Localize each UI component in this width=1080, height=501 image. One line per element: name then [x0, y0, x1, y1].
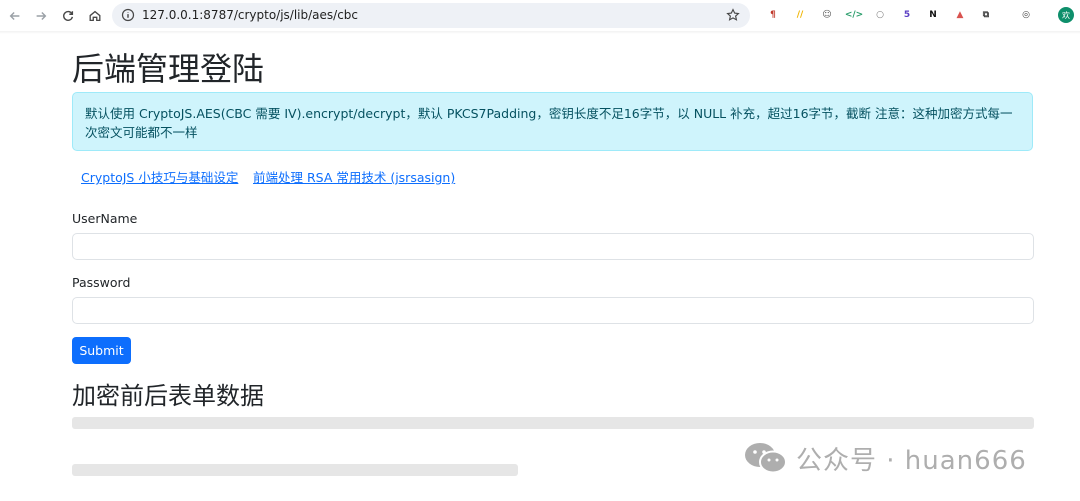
- reload-button[interactable]: [57, 5, 79, 27]
- stripes-ext-icon[interactable]: //: [793, 8, 807, 22]
- section-title: 加密前后表单数据: [72, 382, 264, 410]
- username-input[interactable]: [72, 233, 1034, 260]
- password-input[interactable]: [72, 297, 1034, 324]
- code-ext-icon[interactable]: </>: [845, 8, 863, 22]
- alert-text: 默认使用 CryptoJS.AES(CBC 需要 IV).encrypt/dec…: [85, 106, 1013, 140]
- home-icon: [89, 10, 101, 22]
- robot-ext-icon[interactable]: ☺: [820, 8, 834, 22]
- forward-button[interactable]: [30, 5, 52, 27]
- encrypted-data-placeholder: [72, 417, 1034, 429]
- decrypted-data-placeholder: [72, 464, 518, 476]
- address-url: 127.0.0.1:8787/crypto/js/lib/aes/cbc: [142, 8, 359, 22]
- watermark-text: 公众号 · huan666: [796, 445, 1027, 476]
- screenshot-ext-icon[interactable]: ◎: [1019, 8, 1033, 22]
- rsa-jsrsasign-link[interactable]: 前端处理 RSA 常用技术 (jsrsasign): [253, 169, 455, 187]
- submit-button[interactable]: Submit: [72, 337, 131, 364]
- wechat-logo-icon: [745, 443, 787, 474]
- puzzle-ext-icon[interactable]: ⧉: [979, 8, 993, 22]
- home-button[interactable]: [84, 5, 106, 27]
- address-bar[interactable]: 127.0.0.1:8787/crypto/js/lib/aes/cbc: [112, 3, 750, 28]
- info-icon[interactable]: [121, 8, 135, 22]
- cryptojs-tips-link[interactable]: CryptoJS 小技巧与基础设定: [81, 169, 238, 187]
- cube-ext-icon[interactable]: 5: [900, 8, 914, 22]
- wechat-watermark: 公众号 · huan666: [744, 436, 1027, 480]
- paragraph-ext-icon[interactable]: ¶: [766, 8, 780, 22]
- reload-icon: [63, 10, 74, 21]
- arrow-right-icon: [36, 12, 47, 20]
- circle-ext-icon[interactable]: ○: [873, 8, 887, 22]
- info-alert: 默认使用 CryptoJS.AES(CBC 需要 IV).encrypt/dec…: [72, 92, 1033, 151]
- profile-avatar[interactable]: 欢: [1058, 7, 1074, 23]
- arrow-left-icon: [9, 12, 20, 20]
- notion-ext-icon[interactable]: N: [926, 8, 940, 22]
- page-title: 后端管理登陆: [72, 50, 265, 88]
- username-label: UserName: [72, 211, 138, 226]
- password-label: Password: [72, 275, 131, 290]
- toolbar-shadow: [0, 31, 1080, 34]
- shield-ext-icon[interactable]: ▲: [953, 8, 967, 22]
- bookmark-star-icon[interactable]: [726, 8, 740, 22]
- browser-toolbar: 127.0.0.1:8787/crypto/js/lib/aes/cbc ¶ //…: [0, 0, 1080, 32]
- back-button[interactable]: [4, 5, 26, 27]
